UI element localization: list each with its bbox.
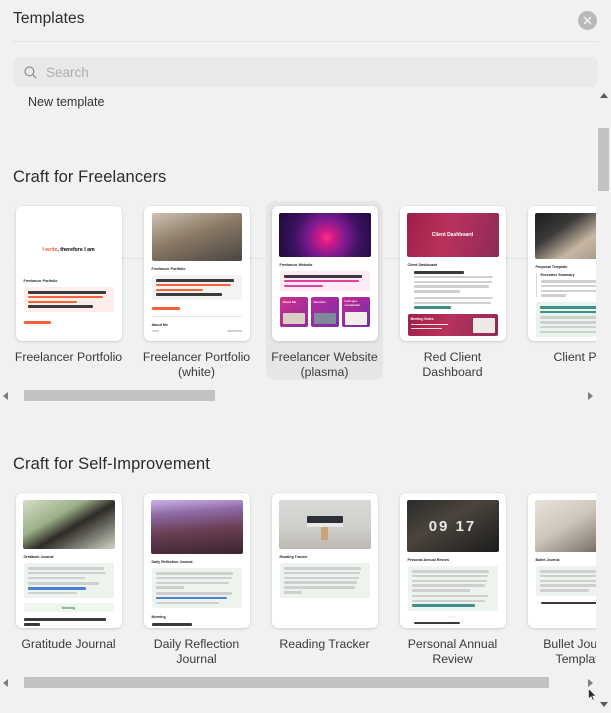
mouse-cursor [588, 688, 597, 701]
new-template-link[interactable]: New template [28, 95, 104, 109]
thumb-doc-title: Client Dashboard [407, 263, 438, 267]
template-thumbnail: Bullet Journal [527, 493, 597, 628]
close-icon[interactable] [578, 11, 597, 30]
thumb-doc-title: Freelancer Portfolio [151, 267, 186, 271]
thumb-doc-title: Personal Annual Review [407, 558, 450, 562]
dialog-header: Templates [0, 0, 611, 41]
scrollbar-thumb[interactable] [23, 390, 215, 401]
thumb-doc-title: Daily Reflection Journal [151, 560, 193, 564]
vertical-scrollbar[interactable] [596, 88, 611, 713]
template-tile-personal-annual-review[interactable]: 09 17 Personal Annual Review • • • Perso… [394, 488, 511, 667]
header-divider [13, 41, 598, 42]
template-tile-client-proposal[interactable]: Proposal Template Executive Summary Clie… [522, 201, 597, 380]
template-thumbnail: Freelancer Portfolio About Me [143, 206, 250, 341]
template-thumbnail: 09 17 Personal Annual Review • • • [399, 493, 506, 628]
templates-scroll-area: Craft for Freelancers I write, therefore… [0, 118, 597, 698]
horizontal-scrollbar-2[interactable] [0, 675, 597, 690]
template-row: I write, therefore I am Freelancer Portf… [0, 201, 597, 386]
thumb-card-label: Services [313, 300, 326, 305]
template-tile-bullet-journal[interactable]: Bullet Journal Bullet Jou Templa [522, 488, 597, 667]
template-label: Red Client Dashboard [422, 350, 483, 379]
template-thumbnail: Freelancer Website About Me Services Let… [271, 206, 378, 341]
template-label: Reading Tracker [279, 637, 370, 651]
section-title: Craft for Freelancers [13, 168, 167, 186]
template-track[interactable]: I write, therefore I am Freelancer Portf… [10, 201, 597, 380]
scroll-left-arrow-icon[interactable] [3, 392, 8, 400]
thumb-doc-title: Gratitude Journal [23, 555, 54, 559]
template-tile-freelancer-portfolio-white[interactable]: Freelancer Portfolio About Me Freelancer… [138, 201, 255, 380]
template-tile-daily-reflection-journal[interactable]: Daily Reflection Journal Morning Daily R… [138, 488, 255, 667]
scroll-up-arrow-icon[interactable] [600, 93, 608, 98]
scroll-right-arrow-icon[interactable] [588, 392, 593, 400]
template-tile-reading-tracker[interactable]: Reading Tracker Reading Tracker [266, 488, 383, 667]
scrollbar-thumb[interactable] [598, 128, 609, 191]
template-label: Personal Annual Review [407, 637, 498, 666]
thumb-card-label: About Me [282, 300, 297, 305]
template-row: Gratitude Journal Morning Gratitude Jour… [0, 488, 597, 673]
search-bar[interactable] [13, 57, 598, 87]
thumb-section-title: About Me [151, 322, 168, 327]
thumb-card-label: Let's get connected [344, 299, 360, 307]
template-label: Bullet Journal Template [543, 637, 597, 666]
template-thumbnail: I write, therefore I am Freelancer Portf… [15, 206, 122, 341]
template-label: Freelancer Portfolio (white) [142, 350, 251, 379]
template-label: Freelancer Website (plasma) [271, 350, 378, 379]
template-tile-freelancer-website-plasma[interactable]: Freelancer Website About Me Services Let… [266, 201, 383, 380]
search-input[interactable] [46, 64, 598, 80]
section-title: Craft for Self-Improvement [13, 455, 210, 473]
thumb-doc-title: Proposal Template [535, 265, 568, 269]
thumb-hero-title: Client Dashboard [431, 232, 474, 238]
thumb-doc-title: Freelancer Website [279, 263, 313, 267]
template-label: Gratitude Journal [21, 637, 116, 651]
template-label: Client Pro [553, 350, 598, 364]
template-thumbnail: Reading Tracker [271, 493, 378, 628]
template-track[interactable]: Gratitude Journal Morning Gratitude Jour… [10, 488, 597, 667]
horizontal-scrollbar-1[interactable] [0, 388, 597, 403]
template-tile-red-client-dashboard[interactable]: Client Dashboard Client Dashboard Meetin… [394, 201, 511, 380]
page-title: Templates [13, 10, 85, 27]
template-thumbnail: Gratitude Journal Morning [15, 493, 122, 628]
thumb-doc-title: Reading Tracker [279, 555, 308, 559]
template-thumbnail: Client Dashboard Client Dashboard Meetin… [399, 206, 506, 341]
scroll-right-arrow-icon[interactable] [588, 679, 593, 687]
scroll-down-arrow-icon[interactable] [600, 702, 608, 707]
template-tile-freelancer-portfolio[interactable]: I write, therefore I am Freelancer Portf… [10, 201, 127, 380]
thumb-doc-title: Bullet Journal [535, 558, 560, 562]
thumb-badge: Morning [151, 615, 166, 620]
template-thumbnail: Daily Reflection Journal Morning [143, 493, 250, 628]
template-tile-gratitude-journal[interactable]: Gratitude Journal Morning Gratitude Jour… [10, 488, 127, 667]
scrollbar-thumb[interactable] [23, 677, 550, 688]
search-icon [23, 65, 38, 80]
thumb-badge: Morning [61, 605, 76, 610]
templates-dialog: Templates New template Craft for Freelan… [0, 0, 611, 713]
template-label: Freelancer Portfolio [14, 350, 123, 364]
template-thumbnail: Proposal Template Executive Summary [527, 206, 597, 341]
thumb-sub-title: Executive Summary [540, 273, 575, 277]
scroll-left-arrow-icon[interactable] [3, 679, 8, 687]
thumb-doc-title: Freelancer Portfolio [23, 279, 58, 283]
template-label: Daily Reflection Journal [153, 637, 240, 666]
thumb-headline: I write, therefore I am [42, 247, 95, 253]
